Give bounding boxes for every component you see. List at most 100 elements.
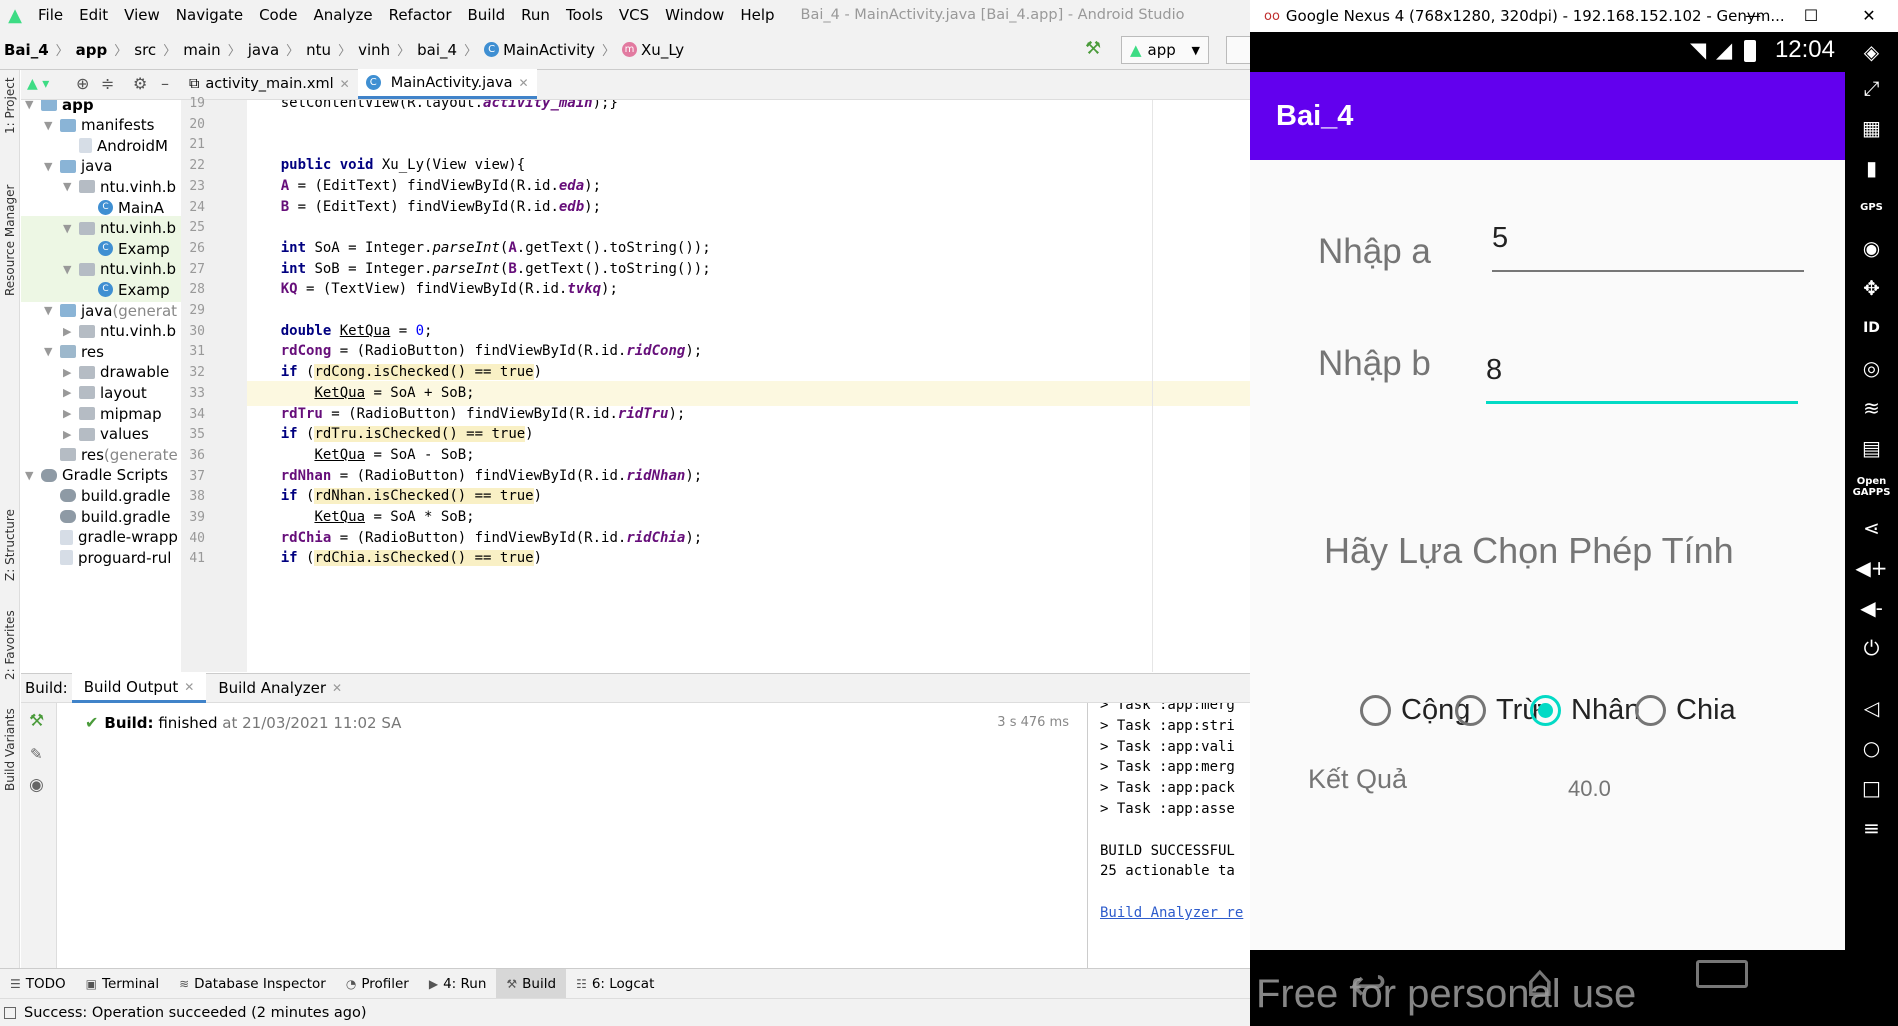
settings-gear-icon[interactable]: ⚙	[133, 74, 147, 93]
breadcrumb-ntu[interactable]: ntu	[302, 41, 335, 59]
menu-vcs[interactable]: VCS	[611, 0, 657, 30]
menu-view[interactable]: View	[116, 0, 168, 30]
editor-tab-main-activity-java[interactable]: C MainActivity.java ✕	[357, 69, 537, 99]
menu-analyze[interactable]: Analyze	[305, 0, 380, 30]
make-project-hammer-icon[interactable]: ⚒	[1085, 38, 1101, 59]
build-tab-build-analyzer[interactable]: Build Analyzer ✕	[206, 673, 354, 703]
network-icon[interactable]: ≋	[1845, 396, 1898, 420]
close-tab-icon[interactable]: ✕	[340, 77, 350, 91]
share-icon[interactable]: ⋖	[1845, 516, 1898, 540]
run-configuration-select[interactable]: ▲ app ▼	[1121, 36, 1209, 64]
expand-down-icon[interactable]: ▼	[63, 222, 79, 235]
menu-code[interactable]: Code	[251, 0, 305, 30]
expand-down-icon[interactable]: ▼	[44, 119, 60, 132]
tool-4-run[interactable]: ▶ 4: Run	[419, 969, 497, 999]
menu-file[interactable]: File	[30, 0, 71, 30]
close-tab-icon[interactable]: ✕	[332, 681, 342, 695]
menu-window[interactable]: Window	[657, 0, 732, 30]
expand-down-icon[interactable]: ▼	[44, 304, 60, 317]
menu-help[interactable]: Help	[732, 0, 782, 30]
tool-todo[interactable]: ☰ TODO	[0, 969, 76, 999]
android-view-icon[interactable]: ▲ ▾	[27, 76, 49, 92]
input-a[interactable]: 5	[1492, 222, 1804, 272]
close-tab-icon[interactable]: ✕	[518, 76, 528, 90]
battery-widget-icon[interactable]: ▮	[1845, 156, 1898, 180]
tool-tab-project[interactable]: 1: Project	[0, 76, 20, 136]
hide-panel-icon[interactable]: –	[161, 74, 169, 93]
back-icon[interactable]: ◁	[1845, 696, 1898, 720]
disk-io-icon[interactable]: ◎	[1845, 356, 1898, 380]
volume-down-icon[interactable]: ◀-	[1845, 596, 1898, 620]
tool-tab-resource-manager[interactable]: Resource Manager	[0, 160, 20, 320]
menu-icon[interactable]: ≡	[1845, 816, 1898, 840]
open-gapps-icon[interactable]: Open GAPPS	[1845, 476, 1898, 498]
radio-chia[interactable]: Chia	[1635, 694, 1736, 727]
menu-edit[interactable]: Edit	[71, 0, 116, 30]
tool-build[interactable]: ⚒ Build	[496, 968, 567, 999]
dpad-icon[interactable]: ✥	[1845, 276, 1898, 300]
menu-tools[interactable]: Tools	[558, 0, 611, 30]
breadcrumb-java[interactable]: java	[244, 41, 283, 59]
tool-database-inspector[interactable]: ≋ Database Inspector	[169, 969, 336, 999]
close-icon[interactable]: ✕	[1840, 0, 1898, 32]
expand-down-icon[interactable]: ▼	[44, 345, 60, 358]
recent-apps-icon[interactable]: □	[1845, 776, 1898, 800]
gps-icon[interactable]: GPS	[1845, 202, 1898, 213]
expand-right-icon[interactable]: ▶	[63, 386, 79, 399]
menu-run[interactable]: Run	[513, 0, 558, 30]
code-line[interactable]: if (rdChia.isChecked() == true)	[247, 546, 1252, 571]
expand-down-icon[interactable]: ▼	[44, 160, 60, 173]
tool-profiler[interactable]: ◔ Profiler	[336, 969, 419, 999]
menu-navigate[interactable]: Navigate	[168, 0, 251, 30]
breadcrumb-bai-4[interactable]: bai_4	[413, 41, 461, 59]
build-output-line[interactable]: Build Analyzer re	[1100, 901, 1243, 926]
expand-right-icon[interactable]: ▶	[63, 428, 79, 441]
tool-tab-favorites[interactable]: 2: Favorites	[0, 600, 20, 690]
rebuild-hammer-icon[interactable]: ⚒	[29, 711, 44, 731]
radio-cong[interactable]: Cộng	[1360, 694, 1470, 727]
home-icon[interactable]: ○	[1845, 736, 1898, 760]
recents-nav-icon[interactable]	[1696, 960, 1748, 988]
expand-right-icon[interactable]: ▶	[63, 325, 79, 338]
menu-build[interactable]: Build	[460, 0, 514, 30]
device-selector[interactable]	[1226, 36, 1252, 64]
tool-tab-build-variants[interactable]: Build Variants	[0, 700, 20, 800]
breadcrumb-mainactivity[interactable]: C MainActivity	[480, 41, 599, 59]
breadcrumb-app[interactable]: app	[72, 41, 112, 59]
breadcrumb-main[interactable]: main	[179, 41, 224, 59]
status-checkbox-icon[interactable]	[4, 1006, 16, 1019]
breadcrumb-vinh[interactable]: vinh	[354, 41, 394, 59]
pixel-perfect-icon[interactable]: ⤢	[1845, 76, 1898, 100]
rotate-icon[interactable]: ◈	[1845, 40, 1898, 64]
build-output-console[interactable]: > Task :app:merg > Task :app:stri > Task :…	[1088, 703, 1252, 968]
pin-icon[interactable]: ✎	[30, 745, 43, 763]
sms-icon[interactable]: ▤	[1845, 436, 1898, 460]
expand-down-icon[interactable]: ▼	[63, 180, 79, 193]
editor-tab-activity-main-xml[interactable]: ⧉ activity_main.xml ✕	[181, 69, 358, 99]
tool-tab-structure[interactable]: Z: Structure	[0, 500, 20, 590]
input-b[interactable]: 8	[1486, 354, 1798, 404]
minimize-icon[interactable]: —	[1724, 0, 1782, 32]
menu-refactor[interactable]: Refactor	[381, 0, 460, 30]
build-tab-build-output[interactable]: Build Output ✕	[71, 673, 207, 703]
breadcrumb-xu-ly[interactable]: m Xu_Ly	[618, 41, 688, 59]
power-icon[interactable]: ⏻	[1845, 636, 1898, 660]
tool-6-logcat[interactable]: ☷ 6: Logcat	[566, 969, 664, 999]
breadcrumb-src[interactable]: src	[130, 41, 160, 59]
expand-right-icon[interactable]: ▶	[63, 366, 79, 379]
camera-icon[interactable]: ◉	[1845, 236, 1898, 260]
expand-right-icon[interactable]: ▶	[63, 407, 79, 420]
maximize-icon[interactable]: ☐	[1782, 0, 1840, 32]
volume-up-icon[interactable]: ◀+	[1845, 556, 1898, 580]
tool-terminal[interactable]: ▣ Terminal	[76, 969, 169, 999]
capture-icon[interactable]: ▦	[1845, 116, 1898, 140]
locate-icon[interactable]: ⊕	[76, 74, 89, 93]
expand-down-icon[interactable]: ▼	[63, 263, 79, 276]
eye-icon[interactable]: ◉	[29, 775, 44, 795]
build-result-row[interactable]: ✔ Build: finished at 21/03/2021 11:02 SA	[85, 713, 401, 732]
radio-nhan[interactable]: Nhân	[1530, 694, 1640, 727]
code-editor[interactable]: setContentView(R.layout.activity_main);}…	[247, 100, 1252, 672]
close-tab-icon[interactable]: ✕	[184, 680, 194, 694]
expand-down-icon[interactable]: ▼	[25, 100, 41, 111]
radio-tru[interactable]: Trừ	[1455, 694, 1542, 727]
